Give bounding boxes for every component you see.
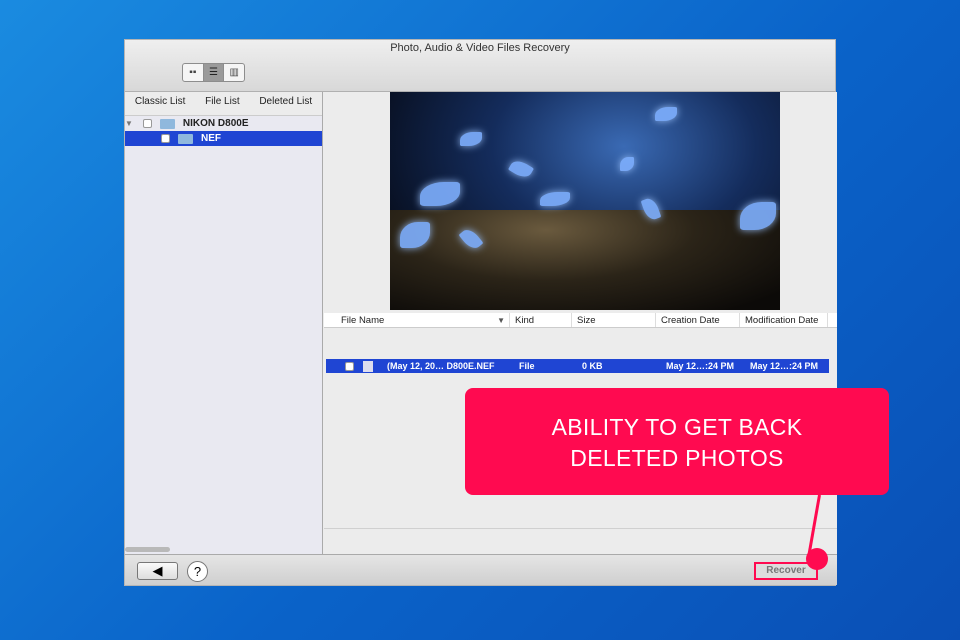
tree-item-label: NIKON D800E	[182, 118, 249, 129]
cell-size: 0 KB	[582, 361, 603, 371]
tab-classic-list[interactable]: Classic List	[135, 92, 186, 115]
tree-item-nikon[interactable]: ▼ NIKON D800E	[125, 116, 322, 131]
table-row[interactable]: (May 12, 20… D800E.NEF File 0 KB May 12……	[326, 359, 829, 373]
checkbox[interactable]	[142, 119, 152, 128]
table-header: File Name ▼ Kind Size Creation Date Modif…	[324, 313, 837, 328]
cell-kind: File	[519, 361, 535, 371]
sort-arrow-icon: ▼	[497, 316, 505, 325]
filmstrip-icon[interactable]: ▥	[224, 64, 244, 81]
tab-deleted-list[interactable]: Deleted List	[259, 92, 312, 115]
callout-line-2: DELETED PHOTOS	[570, 445, 784, 471]
view-mode-switch: ▪▪ ☰ ▥	[182, 63, 245, 82]
list-icon[interactable]: ☰	[203, 64, 225, 81]
window-title: Photo, Audio & Video Files Recovery	[390, 42, 570, 54]
back-button[interactable]: ◀	[137, 562, 178, 580]
column-size[interactable]: Size	[572, 313, 656, 327]
tab-file-list[interactable]: File List	[205, 92, 239, 115]
column-kind[interactable]: Kind	[510, 313, 572, 327]
cell-name: (May 12, 20… D800E.NEF	[387, 361, 495, 371]
bottom-toolbar: ◀ ? Recover	[125, 554, 837, 585]
checkbox[interactable]	[345, 361, 354, 371]
help-button[interactable]: ?	[187, 561, 208, 582]
photo-preview	[390, 92, 780, 310]
callout-line-1: ABILITY TO GET BACK	[551, 414, 803, 440]
checkbox[interactable]	[161, 134, 170, 143]
column-file-name[interactable]: File Name ▼	[324, 313, 510, 327]
tree-item-nef[interactable]: NEF	[125, 131, 322, 146]
feature-callout: ABILITY TO GET BACK DELETED PHOTOS	[465, 388, 889, 495]
tree-item-label: NEF	[201, 133, 221, 144]
file-icon	[363, 360, 373, 372]
horizontal-scrollbar[interactable]	[125, 547, 170, 552]
column-modification-date[interactable]: Modification Date	[740, 313, 828, 327]
title-bar: Photo, Audio & Video Files Recovery ▪▪ ☰…	[125, 40, 835, 92]
folder-icon	[178, 133, 193, 144]
app-window: Photo, Audio & Video Files Recovery ▪▪ ☰…	[124, 39, 837, 586]
callout-dot	[806, 548, 828, 570]
disclosure-triangle-icon[interactable]: ▼	[125, 119, 133, 128]
cell-created: May 12…:24 PM	[666, 361, 735, 371]
grid-icon[interactable]: ▪▪	[183, 64, 204, 81]
folder-icon	[159, 118, 175, 129]
arrow-left-icon: ◀	[152, 563, 163, 578]
cell-modified: May 12…:24 PM	[750, 361, 819, 371]
column-creation-date[interactable]: Creation Date	[656, 313, 740, 327]
sidebar: Classic List File List Deleted List ▼ NI…	[125, 92, 323, 556]
